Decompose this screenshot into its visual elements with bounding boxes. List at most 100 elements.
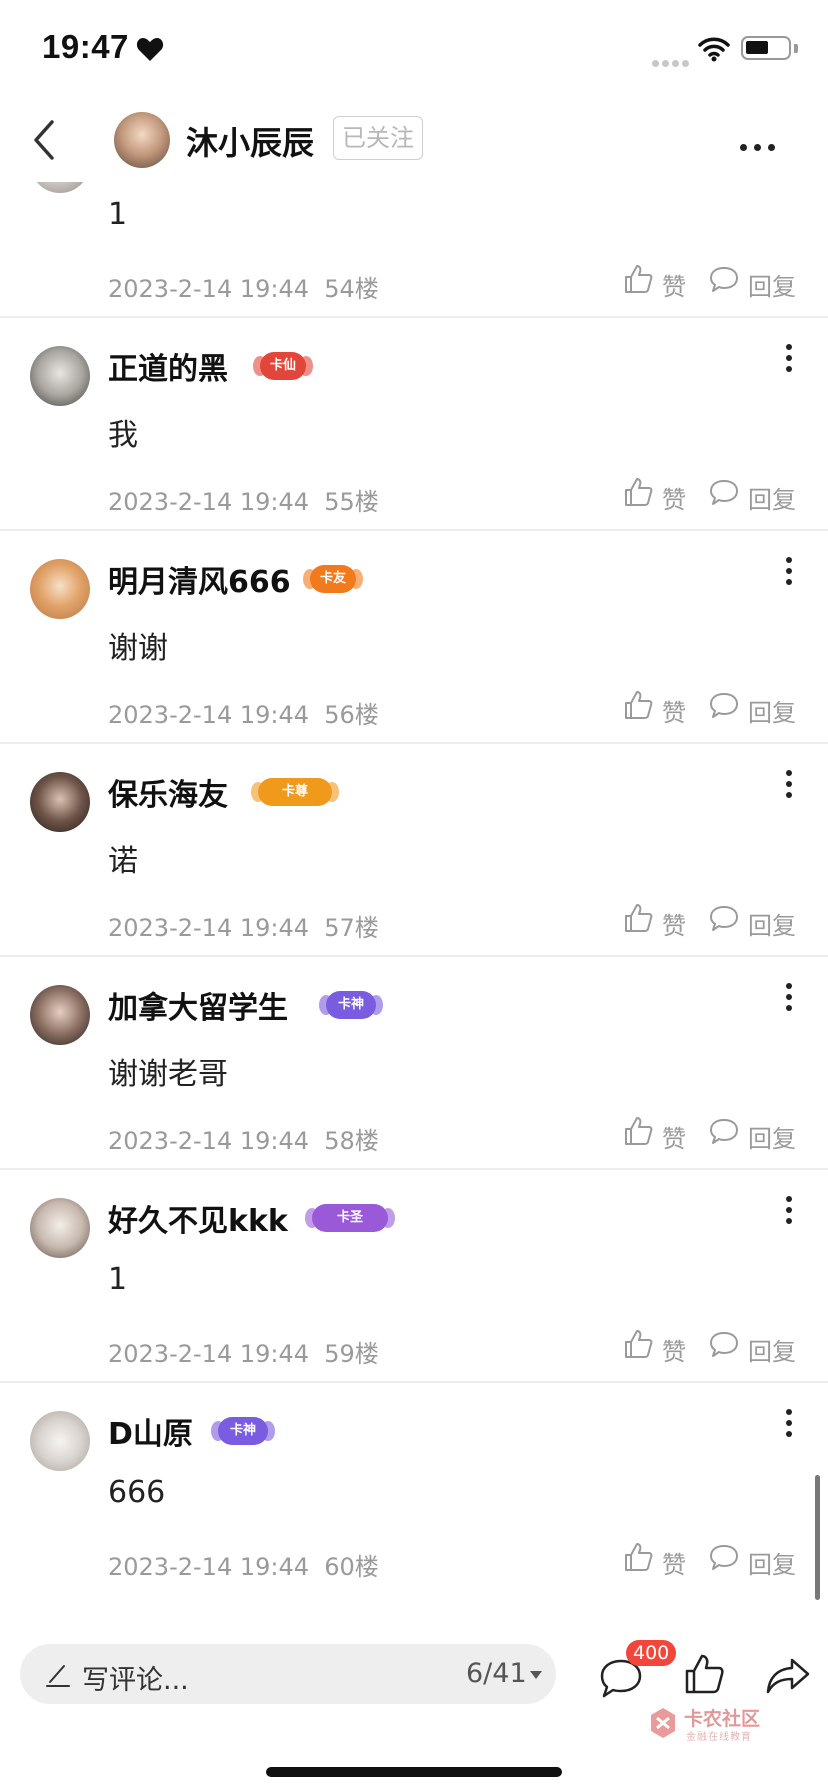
comment-username[interactable]: 明月清风666 <box>108 557 291 601</box>
level-badge: 卡尊 <box>251 778 339 806</box>
thumbs-up-icon <box>625 904 653 932</box>
comment-item: 加拿大留学生 卡神 谢谢老哥 2023-2-14 19:44 58楼 赞 回复 <box>0 957 828 1170</box>
level-badge: 卡神 <box>319 991 383 1019</box>
like-label: 赞 <box>662 273 686 301</box>
comment-content: 1 <box>108 197 128 232</box>
speech-bubble-icon <box>710 480 738 505</box>
level-badge: 卡友 <box>303 565 363 593</box>
comment-content: 我 <box>108 418 138 453</box>
thumbs-up-icon[interactable] <box>682 1652 726 1696</box>
speech-bubble-icon <box>710 1545 738 1570</box>
comment-input[interactable]: 写评论... 6/41 <box>20 1644 556 1704</box>
signal-icon <box>652 52 692 71</box>
more-options-icon[interactable] <box>740 136 782 155</box>
watermark-subtitle: 金融在线教育 <box>686 1732 752 1743</box>
avatar[interactable] <box>30 985 90 1045</box>
avatar[interactable] <box>30 772 90 832</box>
comment-meta: 2023-2-14 19:44 56楼 <box>108 695 379 730</box>
comment-more-icon[interactable] <box>784 344 794 377</box>
follow-button[interactable]: 已关注 <box>333 116 423 160</box>
comment-floor: 59楼 <box>324 1340 379 1368</box>
comment-item: 好久不见kkk 卡圣 1 2023-2-14 19:44 59楼 赞 回复 <box>0 1170 828 1383</box>
comment-meta: 2023-2-14 19:44 60楼 <box>108 1547 379 1582</box>
comment-more-icon[interactable] <box>784 983 794 1016</box>
comment-item: 明月清风666 卡友 谢谢 2023-2-14 19:44 56楼 赞 回复 <box>0 531 828 744</box>
thumbs-up-icon <box>625 691 653 719</box>
comment-date: 2023-2-14 19:44 <box>108 701 309 729</box>
thumbs-up-icon <box>625 1117 653 1145</box>
comment-item: 保乐海友 卡尊 诺 2023-2-14 19:44 57楼 赞 回复 <box>0 744 828 957</box>
page-indicator[interactable]: 6/41 <box>466 1658 527 1689</box>
speech-bubble-icon <box>710 1119 738 1144</box>
thumbs-up-icon <box>625 1543 653 1571</box>
comment-date: 2023-2-14 19:44 <box>108 1340 309 1368</box>
comment-content: 谢谢 <box>108 631 168 666</box>
comment-meta: 2023-2-14 19:44 54楼 <box>108 269 379 304</box>
back-icon[interactable] <box>30 118 60 162</box>
comment-item: 正道的黑 卡仙 我 2023-2-14 19:44 55楼 赞 回复 <box>0 318 828 531</box>
scrollbar-thumb[interactable] <box>815 1475 820 1600</box>
share-icon[interactable] <box>764 1654 812 1698</box>
avatar[interactable] <box>30 1411 90 1471</box>
watermark: 卡农社区 金融在线教育 <box>648 1704 768 1744</box>
like-label: 赞 <box>662 486 686 514</box>
thumbs-up-icon <box>625 1330 653 1358</box>
pen-icon <box>46 1665 70 1687</box>
wifi-icon <box>698 37 730 62</box>
avatar[interactable] <box>30 182 90 193</box>
thumbs-up-icon <box>625 478 653 506</box>
speech-bubble-icon <box>710 267 738 292</box>
like-label: 赞 <box>662 1338 686 1366</box>
caret-down-icon[interactable] <box>530 1671 542 1679</box>
speech-bubble-icon <box>710 1332 738 1357</box>
status-time: 19:47 <box>42 28 129 65</box>
reply-label: 回复 <box>748 1551 796 1579</box>
comment-username[interactable]: 保乐海友 <box>108 770 228 814</box>
comment-more-icon[interactable] <box>784 770 794 803</box>
comment-count-badge: 400 <box>626 1640 677 1666</box>
comment-item: D山原 卡神 666 2023-2-14 19:44 60楼 赞 回复 <box>0 1383 828 1596</box>
comment-floor: 60楼 <box>324 1553 379 1581</box>
comment-username[interactable]: 正道的黑 <box>108 344 228 388</box>
comment-content: 谢谢老哥 <box>108 1057 228 1092</box>
level-badge: 卡圣 <box>305 1204 395 1232</box>
comment-floor: 57楼 <box>324 914 379 942</box>
avatar[interactable] <box>30 559 90 619</box>
reply-label: 回复 <box>748 486 796 514</box>
author-name[interactable]: 沐小辰辰 <box>186 118 314 164</box>
comment-more-icon[interactable] <box>784 557 794 590</box>
battery-cap <box>794 44 798 53</box>
like-label: 赞 <box>662 1551 686 1579</box>
thumbs-up-icon <box>625 265 653 293</box>
comment-content: 1 <box>108 1262 128 1297</box>
avatar[interactable] <box>30 346 90 406</box>
comment-username[interactable]: 好久不见kkk <box>108 1196 288 1240</box>
comment-date: 2023-2-14 19:44 <box>108 914 309 942</box>
comment-floor: 55楼 <box>324 488 379 516</box>
comment-floor: 56楼 <box>324 701 379 729</box>
comment-floor: 54楼 <box>324 275 379 303</box>
comment-date: 2023-2-14 19:44 <box>108 488 309 516</box>
comment-list: 冻爽 卡尊 1 2023-2-14 19:44 54楼 赞 回复 正道的黑 卡仙… <box>0 182 828 1632</box>
reply-label: 回复 <box>748 912 796 940</box>
status-bar: 19:47 <box>0 0 828 100</box>
comment-more-icon[interactable] <box>784 1409 794 1442</box>
comment-username[interactable]: 加拿大留学生 <box>108 983 288 1027</box>
author-avatar[interactable] <box>114 112 170 168</box>
comment-item: 冻爽 卡尊 1 2023-2-14 19:44 54楼 赞 回复 <box>0 182 828 318</box>
reply-label: 回复 <box>748 699 796 727</box>
comment-floor: 58楼 <box>324 1127 379 1155</box>
comment-username[interactable]: D山原 <box>108 1409 193 1453</box>
battery-icon <box>741 36 791 60</box>
nav-bar: 沐小辰辰 已关注 <box>0 100 828 182</box>
comment-date: 2023-2-14 19:44 <box>108 1553 309 1581</box>
comment-more-icon[interactable] <box>784 1196 794 1229</box>
avatar[interactable] <box>30 1198 90 1258</box>
comment-placeholder: 写评论... <box>82 1665 189 1696</box>
comment-meta: 2023-2-14 19:44 58楼 <box>108 1121 379 1156</box>
home-indicator[interactable] <box>266 1767 562 1777</box>
speech-bubble-icon <box>710 906 738 931</box>
reply-label: 回复 <box>748 1338 796 1366</box>
comment-meta: 2023-2-14 19:44 55楼 <box>108 482 379 517</box>
comment-meta: 2023-2-14 19:44 59楼 <box>108 1334 379 1369</box>
